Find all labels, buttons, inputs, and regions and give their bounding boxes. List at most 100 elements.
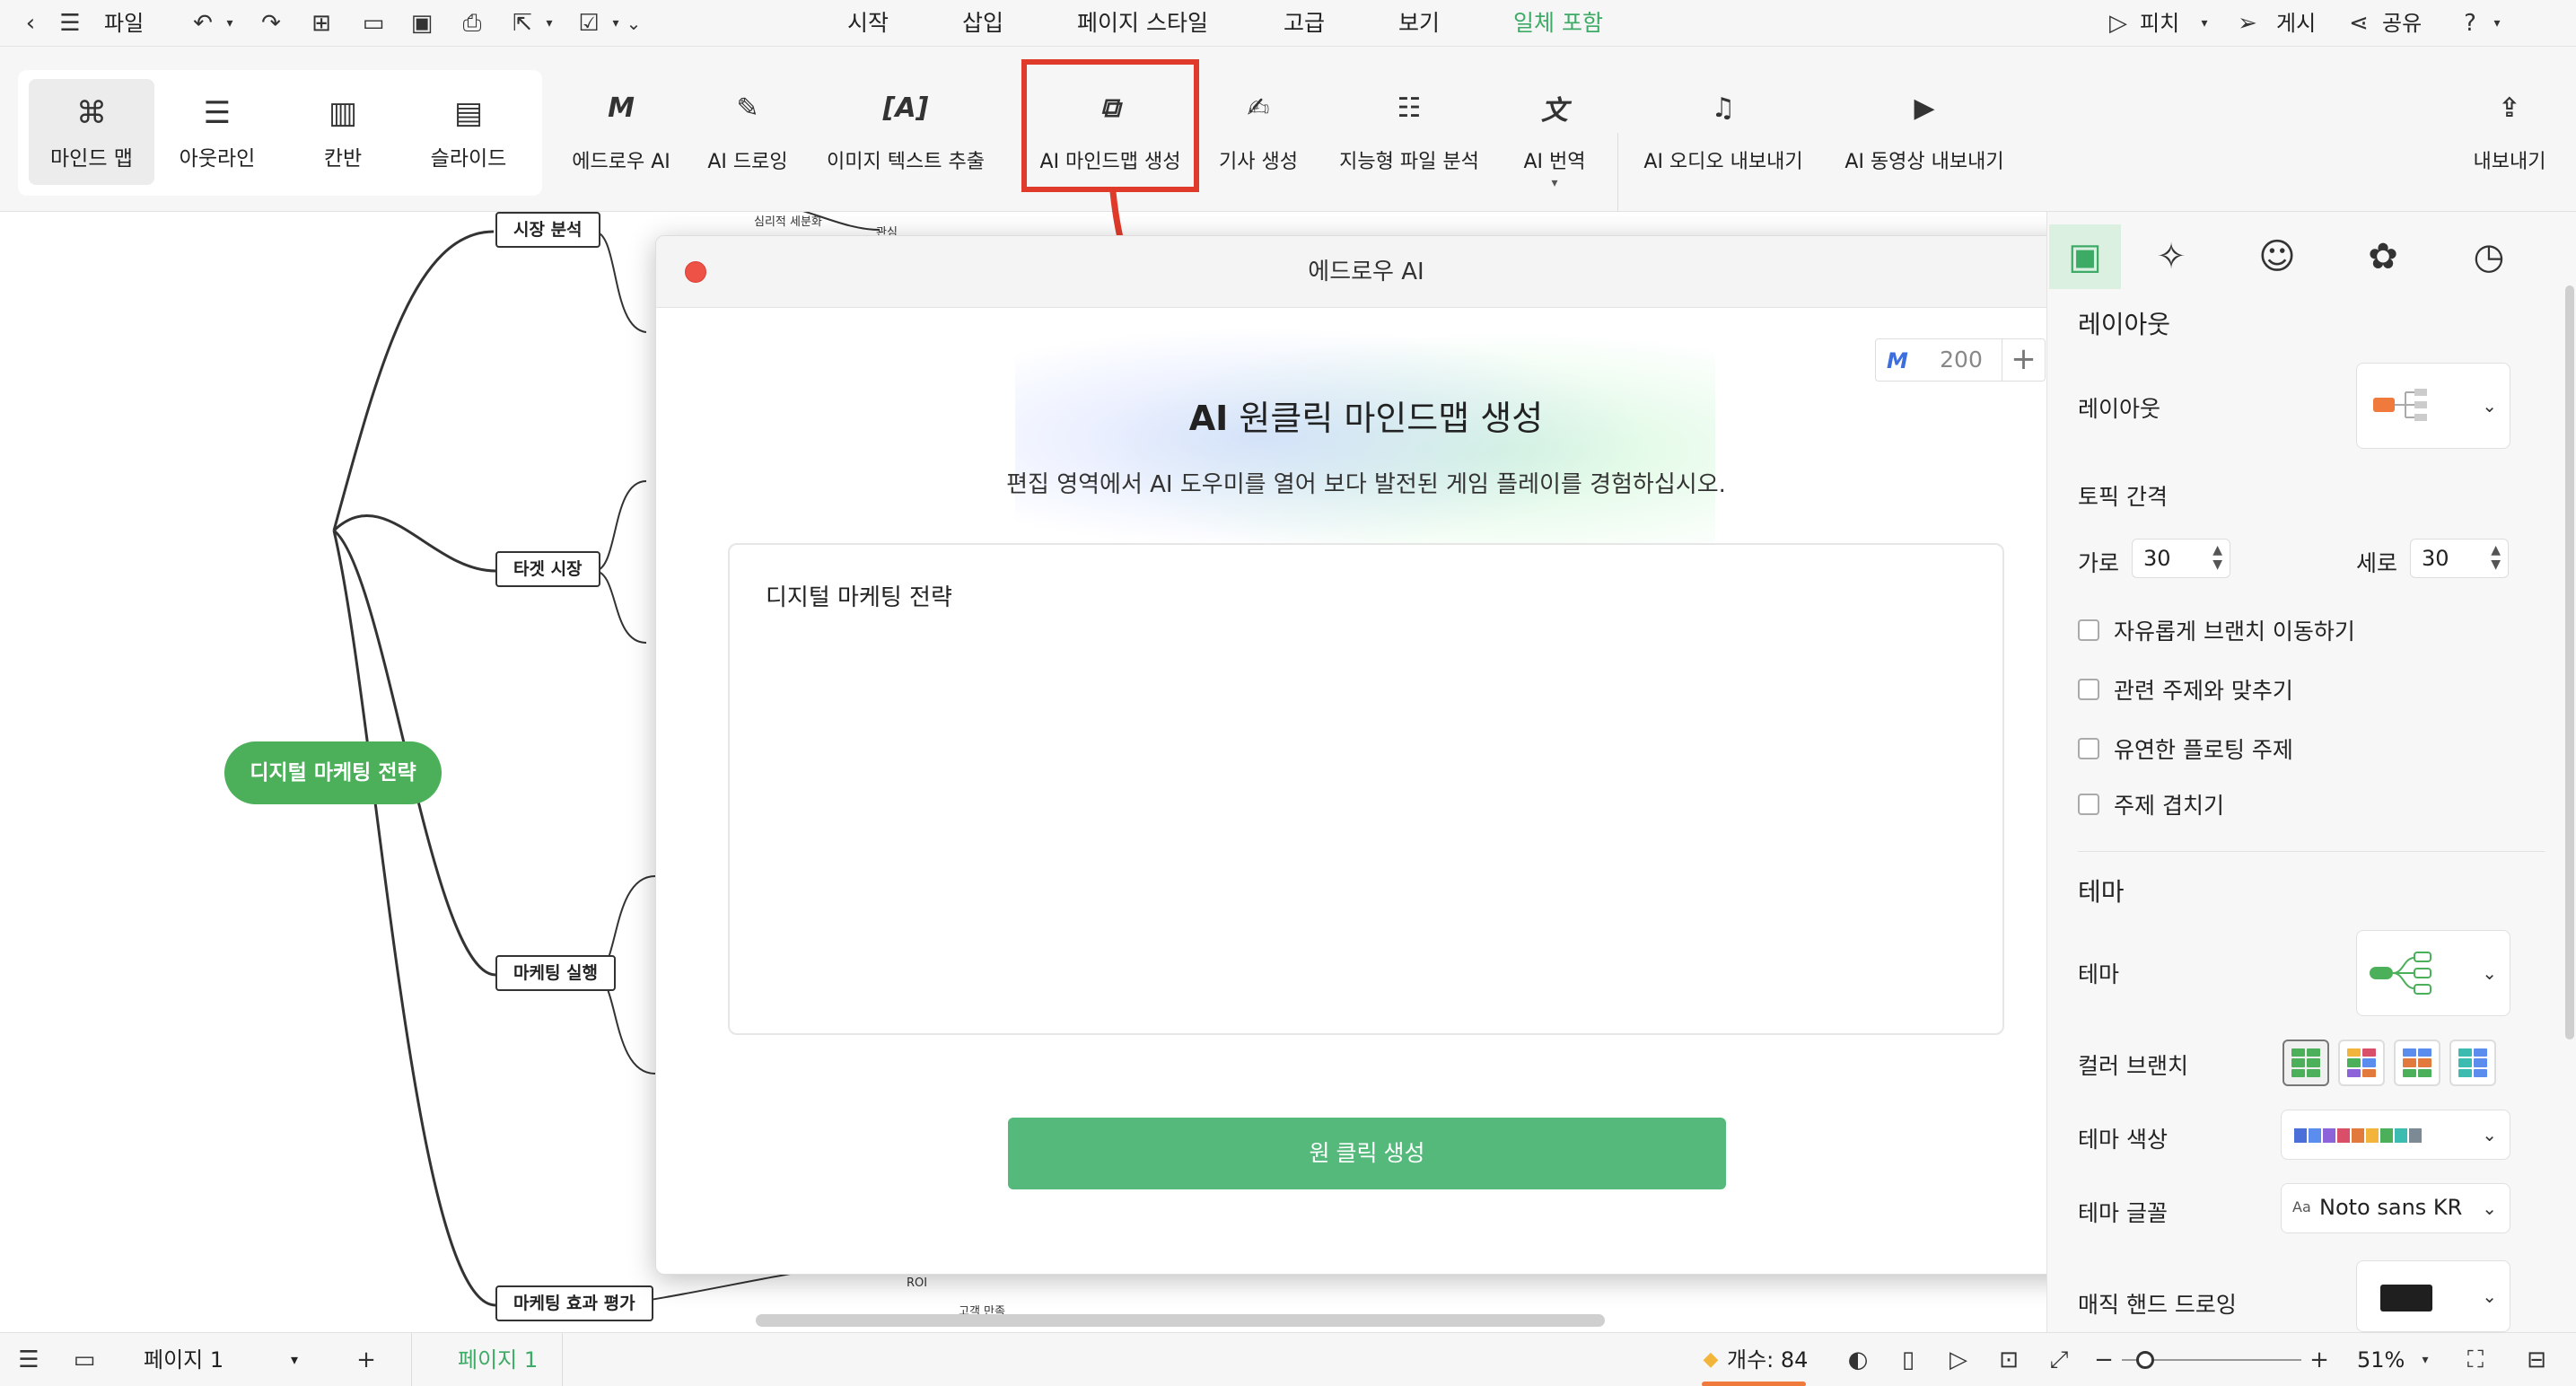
zoom-in-icon[interactable]: +: [2305, 1346, 2334, 1374]
theme-icon[interactable]: ◐: [1844, 1346, 1872, 1374]
share-button[interactable]: 공유: [2382, 0, 2422, 47]
window-icon[interactable]: ⊟: [2522, 1346, 2551, 1374]
undo-dropdown-icon[interactable]: ▾: [215, 9, 244, 38]
fit-width-icon[interactable]: ⤢: [2045, 1346, 2073, 1374]
theme-font-dropdown[interactable]: Aa Noto sans KR ⌄: [2281, 1183, 2510, 1233]
zoom-dropdown-icon[interactable]: ▾: [2411, 1346, 2440, 1374]
panel-tab-history[interactable]: ◷: [2453, 224, 2525, 289]
page-select[interactable]: 페이지 1 ▾: [129, 1340, 309, 1380]
tab-insert[interactable]: 삽입: [962, 0, 1003, 47]
stepper-icon[interactable]: ▲ ▼: [2491, 543, 2501, 572]
export-dropdown-icon[interactable]: ▾: [535, 9, 564, 38]
publish-icon[interactable]: ➢: [2233, 9, 2262, 38]
pitch-dropdown-icon[interactable]: ▾: [2190, 9, 2219, 38]
panel-tab-style[interactable]: ✿: [2347, 224, 2419, 289]
pages-panel-icon[interactable]: ▭: [70, 1346, 99, 1374]
horizontal-spacing-input[interactable]: 30 ▲ ▼: [2132, 539, 2230, 578]
text-extract-button[interactable]: [A] 이미지 텍스트 추출: [820, 83, 991, 199]
subtopic-label[interactable]: ROI: [907, 1276, 927, 1290]
zoom-level[interactable]: 51%: [2357, 1333, 2405, 1386]
close-dialog-button[interactable]: [685, 261, 706, 283]
checkbox[interactable]: [2078, 679, 2099, 700]
edraw-ai-button[interactable]: M 에드로우 AI: [567, 83, 675, 199]
back-icon[interactable]: ‹: [16, 9, 45, 38]
print-icon[interactable]: ⎙: [458, 9, 486, 38]
add-credits-button[interactable]: +: [2002, 339, 2045, 381]
ai-drawing-button[interactable]: ✎ AI 드로잉: [698, 83, 797, 199]
play-slideshow-icon[interactable]: ▷: [1944, 1346, 1973, 1374]
panel-tab-layout[interactable]: ▣: [2049, 224, 2121, 289]
checkbox[interactable]: [2078, 738, 2099, 759]
menu-icon[interactable]: ☰: [56, 9, 84, 38]
panel-tab-ai[interactable]: ✧: [2135, 224, 2207, 289]
stepper-icon[interactable]: ▲ ▼: [2212, 543, 2222, 572]
magic-hand-dropdown[interactable]: ⌄: [2356, 1260, 2510, 1332]
more-icon[interactable]: ⌄: [619, 9, 648, 38]
book-icon[interactable]: ▯: [1894, 1346, 1923, 1374]
color-branch-option[interactable]: [2338, 1040, 2385, 1086]
horizontal-scrollbar[interactable]: [756, 1314, 1605, 1327]
save-icon[interactable]: ▣: [407, 9, 436, 38]
theme-color-dropdown[interactable]: ⌄: [2281, 1110, 2510, 1160]
tab-ai[interactable]: 일체 포함: [1513, 0, 1603, 47]
share-icon[interactable]: ⋖: [2344, 9, 2373, 38]
translate-button[interactable]: 文 AI 번역 ▾: [1511, 83, 1598, 199]
translate-dropdown-icon[interactable]: ▾: [1551, 176, 1557, 190]
color-branch-option[interactable]: [2394, 1040, 2440, 1086]
tab-advanced[interactable]: 고급: [1284, 0, 1325, 47]
view-slide-button[interactable]: ▤ 슬라이드: [406, 79, 531, 185]
help-dropdown-icon[interactable]: ▾: [2483, 9, 2511, 38]
prompt-input[interactable]: [728, 543, 2004, 1035]
check-icon[interactable]: ☑: [574, 9, 603, 38]
zoom-out-icon[interactable]: −: [2090, 1346, 2118, 1374]
map-settings-icon[interactable]: ☰: [14, 1346, 43, 1374]
vertical-scrollbar[interactable]: [2565, 285, 2574, 1040]
fit-page-icon[interactable]: ⊡: [1994, 1346, 2023, 1374]
audio-export-button[interactable]: ♫ AI 오디오 내보내기: [1637, 83, 1809, 199]
file-menu[interactable]: 파일: [104, 0, 144, 47]
help-icon[interactable]: ?: [2456, 9, 2484, 38]
topic-marketing-execution[interactable]: 마케팅 실행: [495, 955, 617, 991]
topic-marketing-evaluation[interactable]: 마케팅 효과 평가: [495, 1285, 653, 1321]
zoom-slider-handle[interactable]: [2136, 1351, 2154, 1369]
view-mindmap-button[interactable]: ⌘ 마인드 맵: [29, 79, 154, 185]
add-page-icon[interactable]: +: [352, 1346, 381, 1374]
theme-dropdown[interactable]: ⌄: [2356, 930, 2510, 1016]
edraw-ai-dialog: 에드로우 AI M 200 + AI 원클릭 마인드맵 생성 편집 영역에서 A…: [655, 235, 2077, 1275]
export-button[interactable]: ⇪ 내보내기: [2466, 83, 2553, 199]
topic-market-analysis[interactable]: 시장 분석: [495, 212, 600, 248]
checkbox[interactable]: [2078, 619, 2099, 641]
export-file-icon[interactable]: ⇱: [508, 9, 537, 38]
color-branch-option[interactable]: [2282, 1040, 2329, 1086]
subtopic-label[interactable]: 심리적 세분화: [754, 212, 822, 229]
align-related-option[interactable]: 관련 주제와 맞추기: [2078, 675, 2293, 704]
view-kanban-button[interactable]: ▥ 칸반: [280, 79, 406, 185]
video-export-button[interactable]: ▶ AI 동영상 내보내기: [1838, 83, 2011, 199]
open-folder-icon[interactable]: ▭: [359, 9, 388, 38]
topic-target-market[interactable]: 타겟 시장: [495, 551, 600, 587]
overlap-topics-option[interactable]: 주제 겹치기: [2078, 790, 2224, 819]
flexible-floating-option[interactable]: 유연한 플로팅 주제: [2078, 734, 2293, 763]
article-button[interactable]: ✍ 기사 생성: [1214, 83, 1303, 199]
fullscreen-icon[interactable]: ⛶: [2461, 1346, 2490, 1374]
page-tab-active[interactable]: 페이지 1: [458, 1333, 538, 1386]
checkbox[interactable]: [2078, 794, 2099, 815]
undo-icon[interactable]: ↶: [188, 9, 217, 38]
tab-start[interactable]: 시작: [847, 0, 889, 47]
central-topic[interactable]: 디지털 마케팅 전략: [224, 741, 442, 804]
tab-view[interactable]: 보기: [1398, 0, 1440, 47]
publish-button[interactable]: 게시: [2276, 0, 2316, 47]
tab-page-style[interactable]: 페이지 스타일: [1077, 0, 1208, 47]
free-branch-move-option[interactable]: 자유롭게 브랜치 이동하기: [2078, 616, 2355, 645]
play-icon[interactable]: ▷: [2104, 9, 2133, 38]
new-file-icon[interactable]: ⊞: [307, 9, 336, 38]
redo-icon[interactable]: ↷: [257, 9, 285, 38]
panel-tab-sticker[interactable]: ☺: [2241, 224, 2313, 289]
color-branch-option[interactable]: [2449, 1040, 2496, 1086]
vertical-spacing-input[interactable]: 30 ▲ ▼: [2410, 539, 2509, 578]
one-click-generate-button[interactable]: 원 클릭 생성: [1008, 1118, 1726, 1189]
pitch-menu[interactable]: 피치: [2140, 0, 2179, 47]
file-analysis-button[interactable]: ☷ 지능형 파일 분석: [1330, 83, 1488, 199]
layout-dropdown[interactable]: ⌄: [2356, 363, 2510, 449]
view-outline-button[interactable]: ☰ 아웃라인: [154, 79, 280, 185]
